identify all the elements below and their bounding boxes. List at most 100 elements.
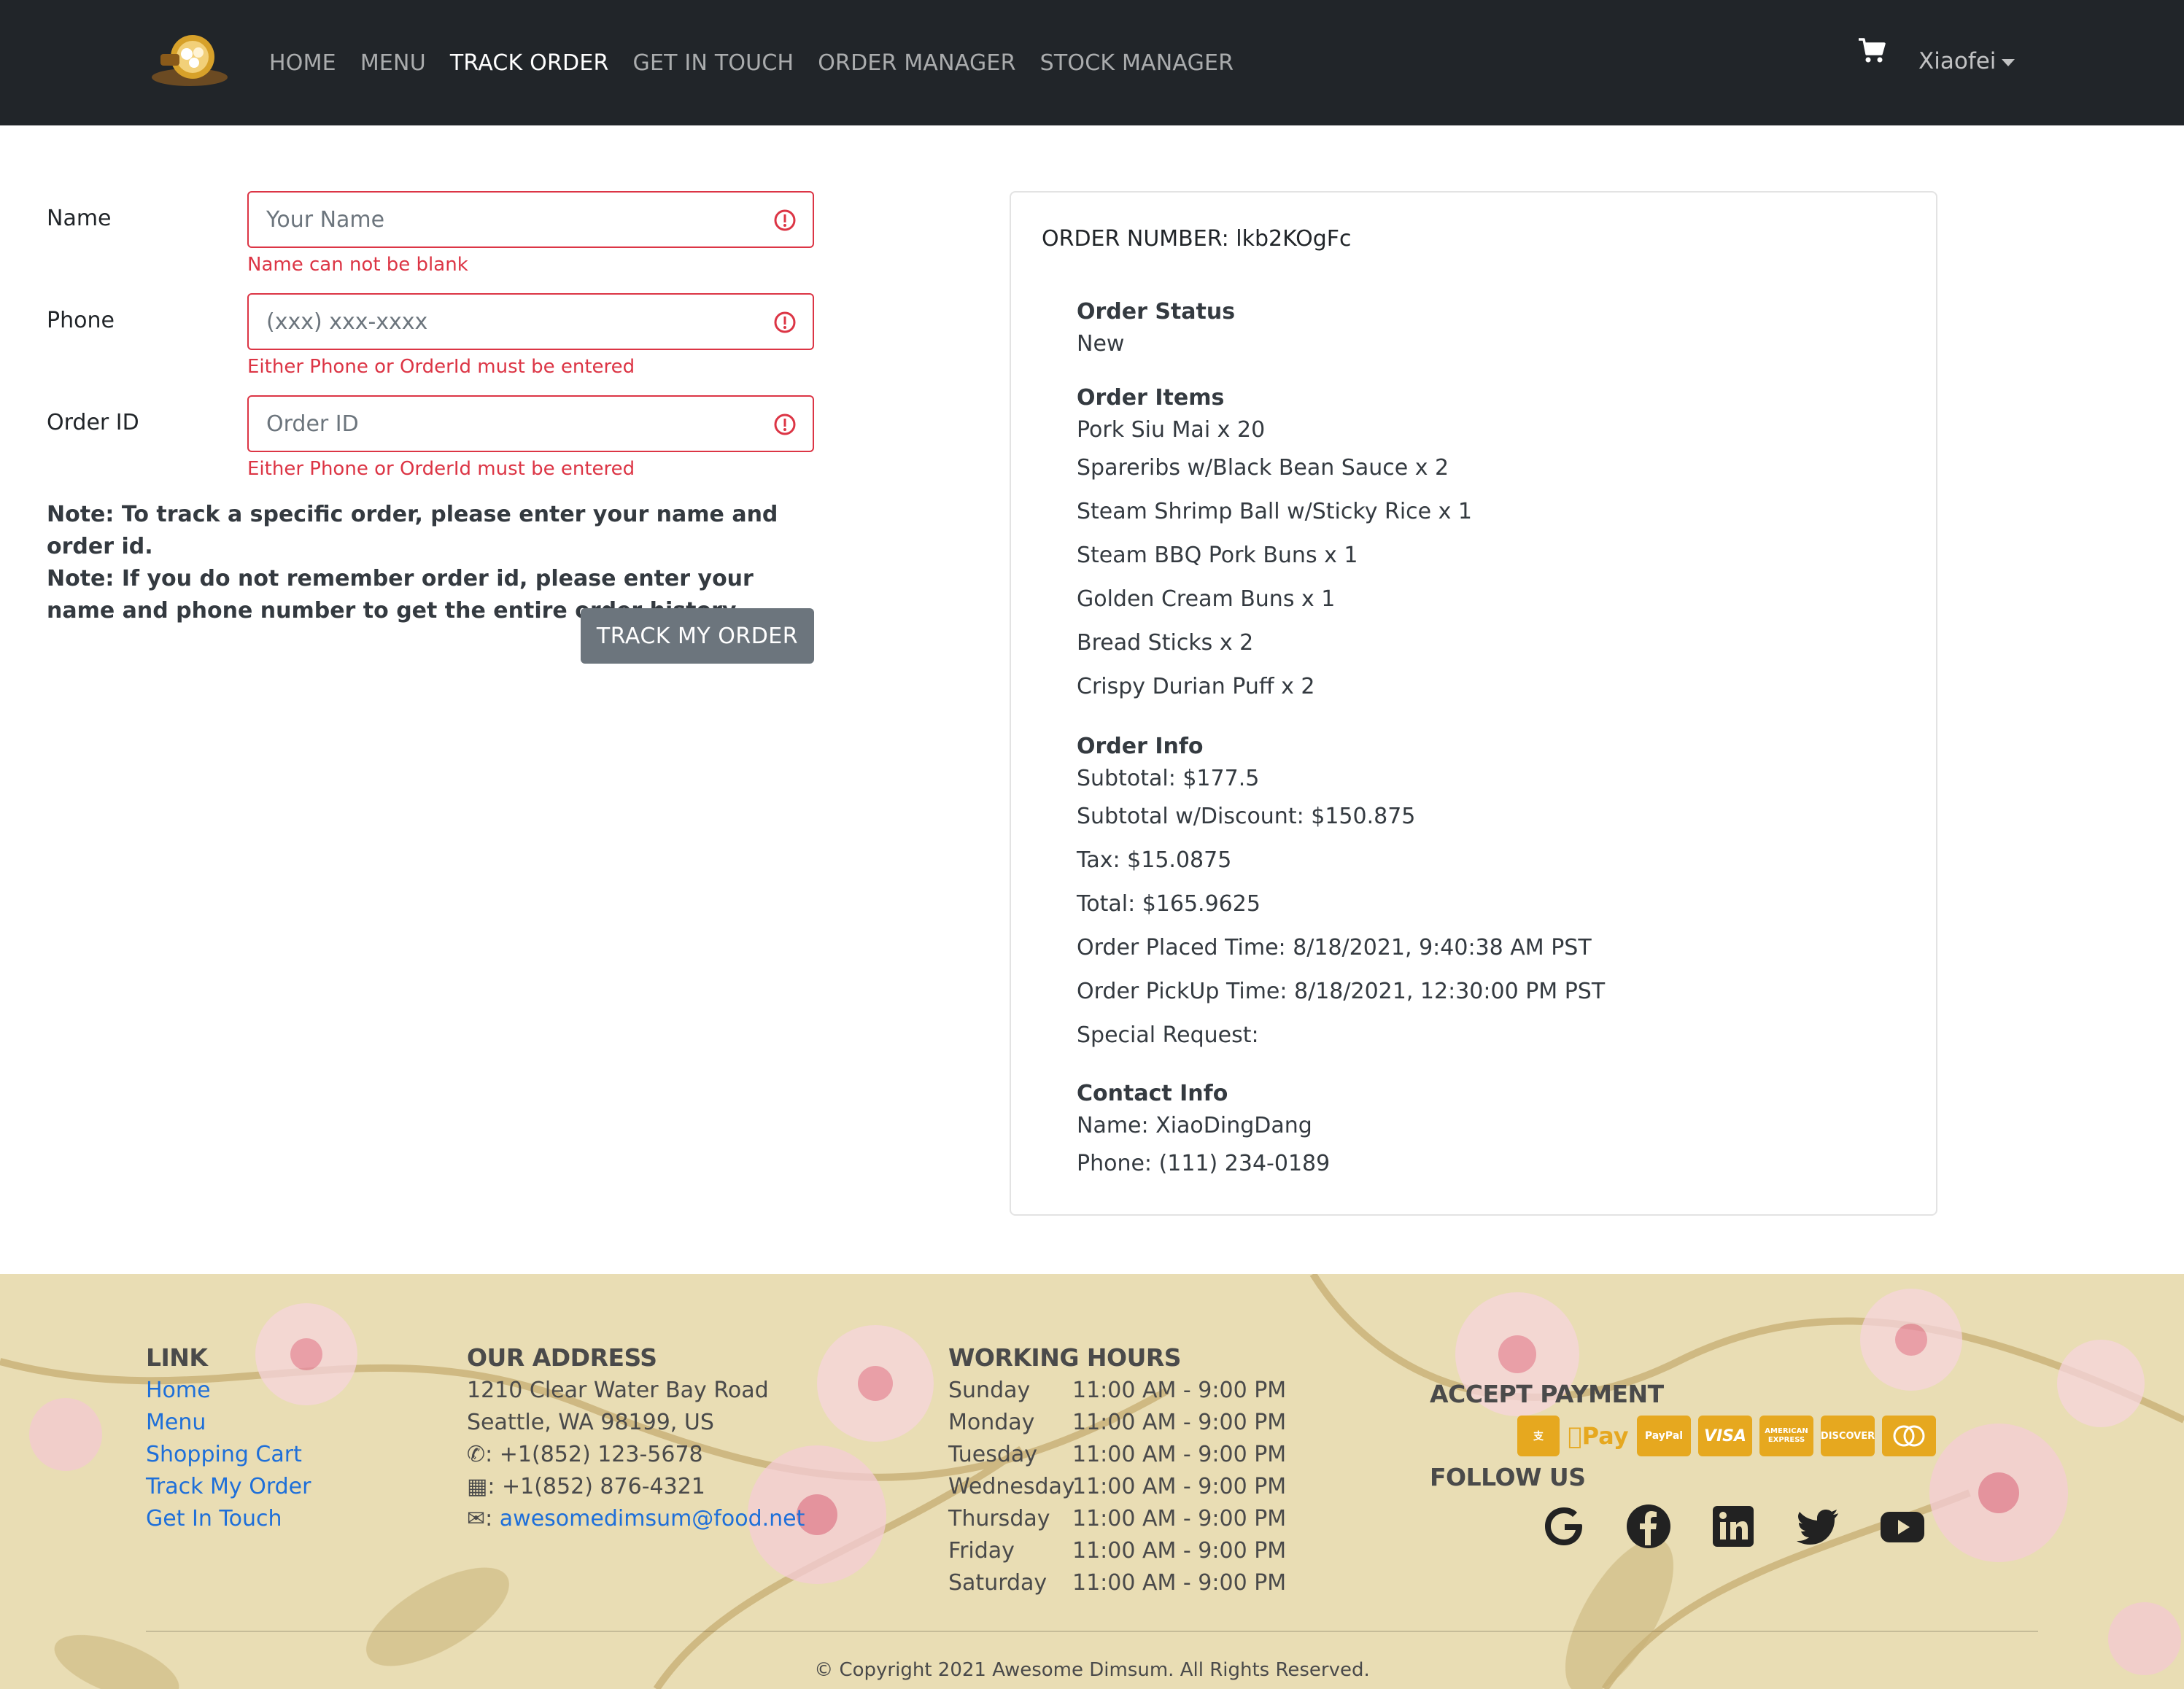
order-status-value: New	[1077, 331, 1125, 357]
paypal-icon: PayPal	[1637, 1416, 1691, 1456]
order-id-field-wrapper	[247, 395, 814, 452]
phone-icon: ✆	[467, 1442, 486, 1467]
contact-info-title: Contact Info	[1077, 1081, 1228, 1106]
address-line-1: 1210 Clear Water Bay Road	[467, 1378, 769, 1403]
payment-title-wrap: ACCEPT PAYMENT	[1430, 1378, 1664, 1411]
footer-link-get-in-touch[interactable]: Get In Touch	[146, 1503, 311, 1535]
discover-icon: DISCOVER	[1821, 1416, 1875, 1456]
phone-label: Phone	[47, 308, 115, 333]
footer-address: OUR ADDRESS 1210 Clear Water Bay Road Se…	[467, 1341, 805, 1535]
email-line: ✉: awesomedimsum@food.net	[467, 1506, 805, 1531]
order-details-card: ORDER NUMBER: lkb2KOgFc Order Status New…	[1010, 191, 1937, 1216]
order-items-section: Order Items Pork Siu Mai x 20 Spareribs …	[1077, 382, 1879, 709]
twitter-icon[interactable]	[1794, 1503, 1841, 1550]
order-info-section: Order Info Subtotal: $177.5 Subtotal w/D…	[1077, 731, 1879, 1057]
nav-track-order[interactable]: TRACK ORDER	[450, 50, 609, 76]
user-dropdown[interactable]: Xiaofei	[1918, 48, 2015, 74]
shopping-cart-icon[interactable]	[1857, 36, 1886, 66]
tax: Tax: $15.0875	[1077, 847, 1232, 873]
envelope-icon: ✉	[467, 1506, 486, 1531]
address-title: OUR ADDRESS	[467, 1343, 657, 1372]
order-id-label: Order ID	[47, 410, 139, 435]
order-status-section: Order Status New	[1077, 296, 1879, 360]
footer-link-shopping-cart[interactable]: Shopping Cart	[146, 1439, 311, 1471]
special-request: Special Request:	[1077, 1022, 1259, 1048]
apple-pay-icon: Pay	[1568, 1422, 1628, 1450]
total: Total: $165.9625	[1077, 891, 1261, 917]
payment-title: ACCEPT PAYMENT	[1430, 1380, 1664, 1408]
nav-order-manager[interactable]: ORDER MANAGER	[818, 50, 1015, 76]
footer-working-hours: WORKING HOURS Sunday 11:00 AM - 9:00 PM M…	[948, 1341, 1286, 1599]
hours-row: Friday 11:00 AM - 9:00 PM	[948, 1538, 1287, 1564]
amex-icon: AMERICAN EXPRESS	[1759, 1416, 1813, 1456]
working-hours-title: WORKING HOURS	[948, 1343, 1182, 1372]
order-item: Crispy Durian Puff x 2	[1077, 674, 1315, 699]
social-links	[1541, 1503, 1926, 1550]
order-status-title: Order Status	[1077, 299, 1236, 325]
footer-links: LINK Home Menu Shopping Cart Track My Or…	[146, 1341, 311, 1535]
footer-link-home[interactable]: Home	[146, 1375, 311, 1407]
nav-menu[interactable]: MENU	[360, 50, 426, 76]
order-item: Bread Sticks x 2	[1077, 630, 1254, 656]
copyright: © Copyright 2021 Awesome Dimsum. All Rig…	[814, 1659, 1370, 1681]
track-my-order-button[interactable]: TRACK MY ORDER	[581, 608, 814, 664]
payment-icons: 支 Pay PayPal VISA AMERICAN EXPRESS DISC…	[1517, 1416, 1936, 1456]
footer-divider	[146, 1631, 2038, 1632]
mastercard-icon	[1882, 1416, 1936, 1456]
follow-title: FOLLOW US	[1430, 1463, 1586, 1491]
order-item: Golden Cream Buns x 1	[1077, 586, 1336, 612]
order-items-title: Order Items	[1077, 385, 1225, 411]
user-name: Xiaofei	[1918, 48, 1997, 74]
error-icon	[774, 311, 796, 333]
google-icon[interactable]	[1541, 1503, 1587, 1550]
hours-row: Wednesday 11:00 AM - 9:00 PM	[948, 1474, 1287, 1499]
address-line-2: Seattle, WA 98199, US	[467, 1410, 714, 1435]
hours-row: Sunday 11:00 AM - 9:00 PM	[948, 1378, 1287, 1403]
order-info-title: Order Info	[1077, 734, 1204, 759]
main-nav: HOME MENU TRACK ORDER GET IN TOUCH ORDER…	[269, 0, 1258, 125]
alipay-icon: 支	[1517, 1416, 1560, 1456]
footer: LINK Home Menu Shopping Cart Track My Or…	[0, 1274, 2184, 1689]
order-item: Steam BBQ Pork Buns x 1	[1077, 543, 1358, 568]
phone-input[interactable]	[249, 295, 813, 349]
contact-name: Name: XiaoDingDang	[1077, 1113, 1312, 1138]
footer-link-menu[interactable]: Menu	[146, 1407, 311, 1439]
error-icon	[774, 209, 796, 231]
name-label: Name	[47, 206, 112, 231]
nav-get-in-touch[interactable]: GET IN TOUCH	[633, 50, 794, 76]
hours-row: Monday 11:00 AM - 9:00 PM	[948, 1410, 1287, 1435]
order-item: Spareribs w/Black Bean Sauce x 2	[1077, 455, 1449, 481]
youtube-icon[interactable]	[1879, 1503, 1926, 1550]
fax-icon: ▦	[467, 1474, 488, 1499]
email-link[interactable]: awesomedimsum@food.net	[500, 1506, 805, 1531]
order-item: Pork Siu Mai x 20	[1077, 417, 1266, 443]
fax-line: ▦: +1(852) 876-4321	[467, 1474, 705, 1499]
note-order-id: Note: To track a specific order, please …	[47, 502, 778, 559]
order-id-input[interactable]	[249, 397, 813, 451]
name-input[interactable]	[249, 193, 813, 246]
visa-icon: VISA	[1698, 1416, 1752, 1456]
subtotal: Subtotal: $177.5	[1077, 766, 1260, 791]
nav-home[interactable]: HOME	[269, 50, 336, 76]
follow-title-wrap: FOLLOW US	[1430, 1461, 1586, 1494]
name-field-wrapper	[247, 191, 814, 248]
name-error: Name can not be blank	[247, 254, 468, 276]
linkedin-icon[interactable]	[1710, 1503, 1757, 1550]
hours-row: Thursday 11:00 AM - 9:00 PM	[948, 1506, 1287, 1531]
hours-row: Tuesday 11:00 AM - 9:00 PM	[948, 1442, 1287, 1467]
nav-stock-manager[interactable]: STOCK MANAGER	[1040, 50, 1234, 76]
brand-logo[interactable]	[147, 32, 232, 92]
error-icon	[774, 413, 796, 435]
phone-error: Either Phone or OrderId must be entered	[247, 356, 635, 378]
footer-link-title: LINK	[146, 1343, 208, 1372]
navbar: HOME MENU TRACK ORDER GET IN TOUCH ORDER…	[0, 0, 2184, 125]
order-item: Steam Shrimp Ball w/Sticky Rice x 1	[1077, 499, 1473, 524]
contact-info-section: Contact Info Name: XiaoDingDang Phone: (…	[1077, 1078, 1879, 1186]
order-number: ORDER NUMBER: lkb2KOgFc	[1042, 226, 1352, 252]
order-id-error: Either Phone or OrderId must be entered	[247, 458, 635, 480]
facebook-icon[interactable]	[1625, 1503, 1672, 1550]
footer-link-track-my-order[interactable]: Track My Order	[146, 1471, 311, 1503]
hours-row: Saturday 11:00 AM - 9:00 PM	[948, 1570, 1287, 1596]
subtotal-discount: Subtotal w/Discount: $150.875	[1077, 804, 1416, 829]
order-pickup-time: Order PickUp Time: 8/18/2021, 12:30:00 P…	[1077, 979, 1606, 1004]
